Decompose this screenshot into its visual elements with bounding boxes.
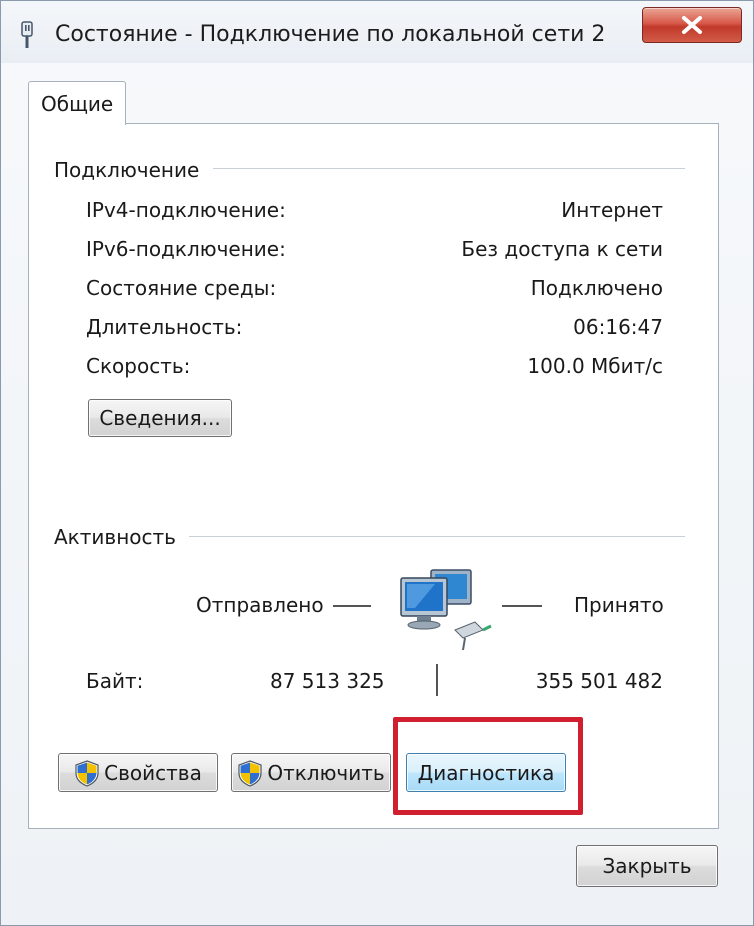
status-dialog: Состояние - Подключение по локальной сет… (0, 0, 754, 926)
media-state-value: Подключено (530, 276, 663, 300)
tab-general[interactable]: Общие (28, 81, 126, 125)
title-bar[interactable]: Состояние - Подключение по локальной сет… (1, 1, 753, 63)
speed-label: Скорость: (86, 354, 191, 378)
disable-button-label: Отключить (267, 760, 385, 785)
ipv4-label: IPv4-подключение: (86, 198, 286, 222)
duration-label: Длительность: (86, 315, 243, 339)
activity-group-divider (189, 536, 685, 537)
properties-button[interactable]: Свойства (58, 753, 218, 792)
bytes-received-value: 355 501 482 (535, 669, 663, 693)
sent-dash (333, 605, 371, 607)
details-button[interactable]: Сведения... (88, 399, 232, 437)
network-computers-icon (395, 564, 495, 656)
close-x-icon (682, 16, 702, 34)
received-label: Принято (574, 593, 664, 617)
duration-value: 06:16:47 (573, 315, 663, 339)
bytes-sent-value: 87 513 325 (270, 669, 385, 693)
ipv6-label: IPv6-подключение: (86, 237, 286, 261)
activity-group-label: Активность (54, 525, 186, 549)
close-button[interactable]: Закрыть (576, 845, 718, 887)
diagnose-highlight-frame (393, 717, 583, 815)
ipv4-value: Интернет (561, 198, 663, 222)
speed-value: 100.0 Мбит/с (527, 354, 663, 378)
disable-button[interactable]: Отключить (231, 753, 391, 792)
properties-button-label: Свойства (104, 760, 202, 785)
bytes-label: Байт: (86, 669, 144, 693)
ipv6-value: Без доступа к сети (461, 237, 663, 261)
network-connection-icon (19, 21, 35, 49)
connection-group-divider (213, 168, 685, 169)
uac-shield-icon (237, 759, 263, 787)
tab-general-label: Общие (41, 92, 114, 116)
media-state-label: Состояние среды: (86, 276, 277, 300)
tab-panel-general: Подключение IPv4-подключение: Интернет I… (28, 123, 719, 829)
received-dash (502, 605, 542, 607)
connection-group-label: Подключение (54, 158, 210, 182)
sent-label: Отправлено (196, 593, 324, 617)
window-title: Состояние - Подключение по локальной сет… (55, 22, 606, 47)
close-window-button[interactable] (642, 7, 742, 43)
bytes-separator (436, 664, 438, 696)
uac-shield-icon (74, 759, 100, 787)
